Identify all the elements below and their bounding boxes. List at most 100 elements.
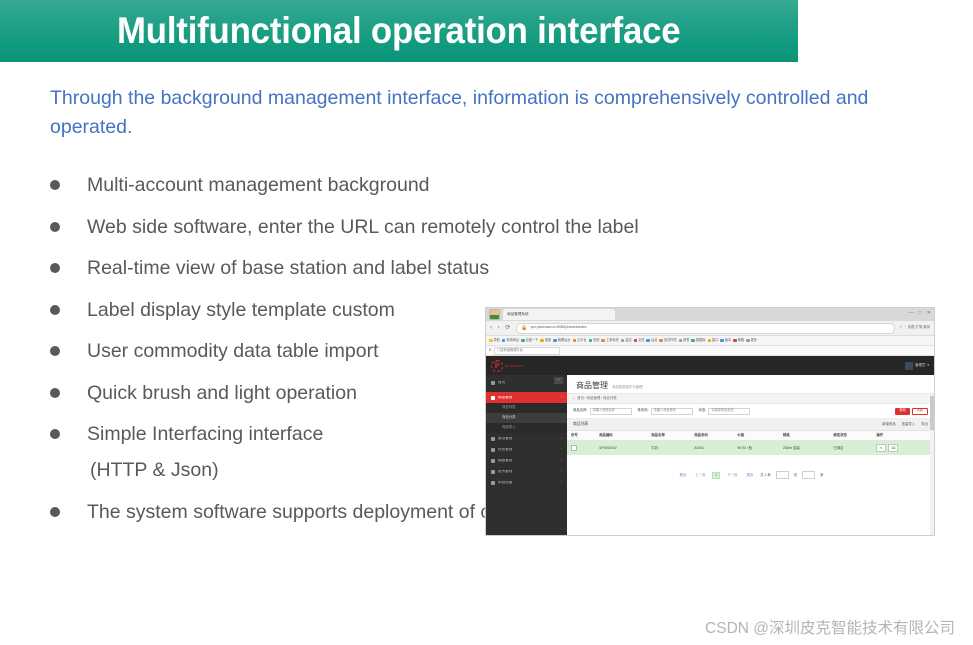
filter-goods-name: 商品名称: 请输入商品名称	[573, 407, 632, 415]
col-spec: 规格	[778, 431, 830, 442]
bookmark-item[interactable]: 版本	[720, 338, 731, 343]
favicon-icon	[553, 338, 557, 343]
profile-avatar-icon[interactable]	[489, 309, 500, 320]
breadcrumb[interactable]: ⌂ 首页 / 商品管理 / 商品列表	[567, 393, 934, 404]
pagination-size-input[interactable]	[802, 471, 816, 480]
app-logo[interactable]: P picksmart	[491, 359, 524, 372]
bookmark-item[interactable]: 邮箱	[733, 338, 744, 343]
bullet-dot-icon	[50, 304, 60, 315]
user-menu[interactable]: 管理员 ▾	[905, 361, 929, 370]
bookmark-label: 后台	[650, 337, 658, 342]
content-page-subtitle: 商品数据维护与管理	[612, 385, 643, 389]
favicon-icon	[691, 338, 695, 343]
cell-spec: 250ml 盒装	[778, 440, 830, 456]
bookmark-item[interactable]: 更多	[746, 337, 757, 343]
bullet-dot-icon	[50, 221, 60, 232]
col-price: 价格	[733, 431, 779, 442]
pagination: 首页 上一页 1 下一页 尾页 共 1 条 页 条	[567, 471, 934, 480]
bookmark-item[interactable]: 百度一下	[521, 338, 538, 343]
sidebar-item-label: 账号管理	[498, 469, 513, 473]
barcode-input[interactable]: 请输入商品条码	[650, 407, 693, 415]
export-button[interactable]: 导出	[921, 422, 928, 426]
col-name: 商品名称	[647, 431, 691, 442]
bookmark-item[interactable]: 云平台	[572, 337, 587, 343]
filter-label: 条形码:	[637, 408, 649, 413]
window-controls[interactable]: — □ ✕	[909, 311, 931, 316]
bookmark-folder-label[interactable]: D	[489, 348, 491, 352]
edit-icon[interactable]: ✎	[876, 444, 887, 453]
box-icon	[491, 395, 495, 400]
lock-icon: 🔒	[521, 324, 528, 331]
sidebar-item-template[interactable]: 模板管理 ›	[486, 455, 567, 466]
sidebar-subitem-goods-import[interactable]: 商品导入	[486, 423, 567, 433]
app-header: P picksmart 管理员 ▾	[486, 356, 934, 375]
sidebar-subitem-goods-category[interactable]: 商品分类	[486, 413, 567, 423]
bookmark-item[interactable]: 后台	[646, 337, 658, 343]
bookmark-item[interactable]: 接口	[707, 338, 718, 343]
table-row[interactable]: SP0000002 牛奶 A0001 ¥9.90 / 瓶 250ml 盒装 已绑…	[567, 440, 934, 456]
bookmark-label: 更多	[750, 337, 757, 342]
bookmark-item[interactable]: 文档	[633, 337, 645, 343]
bookmark-item[interactable]: 报表	[678, 338, 689, 343]
sidebar-item-account[interactable]: 账号管理 ›	[486, 466, 567, 477]
goods-table: 序号 商品编码 商品名称 商品条码 价格 规格 绑定状态 操作 SP000000…	[567, 431, 934, 456]
favicon-icon	[540, 338, 544, 343]
pagination-last[interactable]: 尾页	[744, 473, 755, 478]
favicon-icon	[678, 338, 683, 343]
bookmark-item[interactable]: 常用网址	[501, 338, 519, 343]
pagination-prev[interactable]: 上一页	[693, 473, 707, 478]
bookmark-dropdown[interactable]: 门店商品管理平台	[494, 346, 561, 355]
reset-button[interactable]: 重置	[911, 407, 928, 415]
bookmark-label: 云平台	[577, 337, 587, 342]
bookmark-item[interactable]: 测试环境	[659, 338, 677, 343]
bookmark-item[interactable]: 数据库	[691, 337, 706, 343]
batch-import-button[interactable]: 批量导入	[902, 422, 916, 426]
chevron-right-icon: ›	[560, 435, 562, 440]
url-input[interactable]: 🔒 yun.picksmart.cn:8080/pickweb/index	[516, 322, 896, 334]
search-button[interactable]: 查询	[895, 407, 910, 415]
bookmark-label: 工单系统	[605, 337, 619, 342]
bookmark-label: 数据库	[695, 337, 706, 342]
list-item: Web side software, enter the URL can rem…	[50, 214, 870, 240]
pagination-first[interactable]: 首页	[677, 473, 688, 478]
pagination-page-input[interactable]	[775, 471, 789, 480]
navigation-buttons[interactable]: ‹ › ⟳	[490, 325, 512, 331]
bullet-dot-icon	[50, 346, 60, 356]
maximize-icon[interactable]: □	[919, 311, 922, 316]
add-goods-button[interactable]: 新增商品	[882, 422, 896, 426]
status-select[interactable]: 请选择商品状态	[708, 407, 751, 415]
row-checkbox[interactable]	[571, 444, 577, 451]
sidebar-collapse-button[interactable]: −	[554, 377, 563, 384]
filter-status: 状态: 请选择商品状态	[699, 407, 751, 415]
sidebar-item-settings[interactable]: 系统设置 ›	[486, 477, 567, 488]
sidebar-item-goods[interactable]: 商品管理 ›	[486, 392, 567, 403]
bookmark-item[interactable]: 管理后台	[553, 338, 571, 343]
delete-icon[interactable]: ⌫	[888, 444, 899, 453]
pagination-next[interactable]: 下一页	[725, 473, 739, 478]
sidebar-subitem-goods-list[interactable]: 商品列表	[486, 403, 567, 413]
filter-bar: 商品名称: 请输入商品名称 条形码: 请输入商品条码 状态: 请选择商品状态 查…	[567, 404, 934, 419]
search-input[interactable]: 请输入商品名称	[589, 407, 632, 415]
minimize-icon[interactable]: —	[909, 311, 914, 316]
bookmark-item[interactable]: 监控	[620, 337, 632, 343]
bullet-dot-icon	[50, 263, 60, 273]
bookmark-label: 监控	[625, 337, 632, 342]
scrollbar-thumb[interactable]	[930, 396, 934, 430]
bookmark-item[interactable]: 工单系统	[601, 337, 619, 343]
list-item-label: Web side software, enter the URL can rem…	[87, 215, 639, 238]
bookmark-item[interactable]: 搜索	[540, 338, 551, 343]
row-checkbox-cell[interactable]	[567, 440, 596, 456]
sidebar-item-label[interactable]: 标签管理 ›	[486, 444, 567, 455]
bookmark-item[interactable]: 导航	[489, 338, 500, 343]
favicon-icon	[501, 338, 506, 343]
logo-p-icon: P	[491, 359, 503, 372]
browser-toolbar-icons[interactable]: ☆ ⋮ 收藏 扩展 翻译	[899, 325, 930, 329]
bookmark-item[interactable]: 系统	[588, 338, 599, 343]
pagination-current-page[interactable]: 1	[712, 471, 721, 480]
sidebar-item-basestation[interactable]: 基站管理 ›	[486, 433, 567, 444]
close-icon[interactable]: ✕	[927, 311, 931, 316]
list-item: Real-time view of base station and label…	[50, 255, 870, 281]
bookmark-label: 文档	[638, 337, 645, 342]
browser-tab[interactable]: 商品管理系统	[503, 309, 615, 320]
pagination-page-unit: 页	[793, 472, 798, 477]
